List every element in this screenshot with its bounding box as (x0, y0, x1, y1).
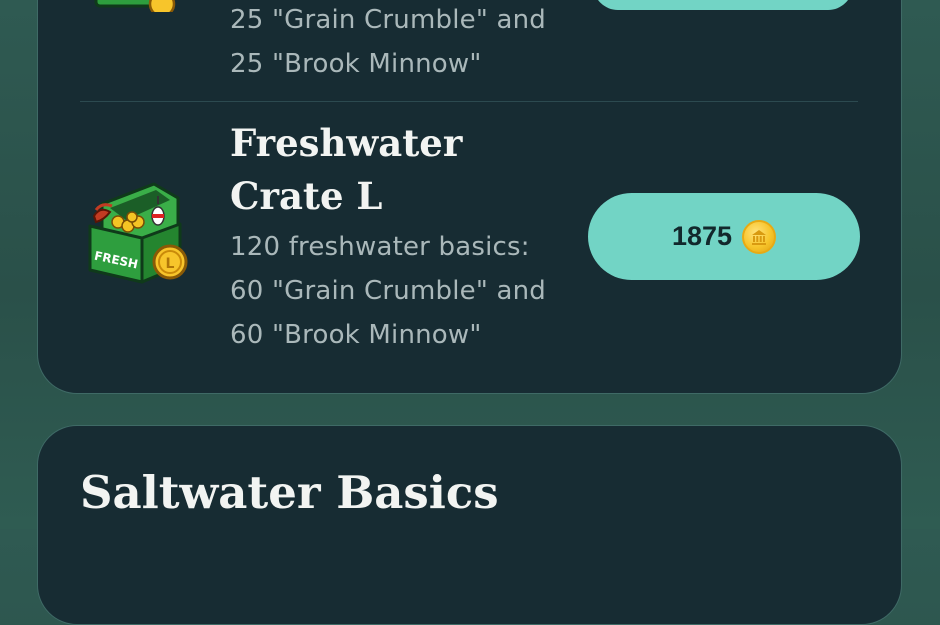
desc-line: 60 "Brook Minnow" (230, 320, 482, 350)
item-description: 25 "Grain Crumble" and 25 "Brook Minnow" (230, 0, 590, 86)
desc-line: 25 "Grain Crumble" and (230, 5, 546, 35)
gold-coin-icon (742, 219, 777, 254)
title-line: Crate L (230, 174, 383, 218)
desc-line: 60 "Grain Crumble" and (230, 276, 546, 306)
chest-icon-top (92, 0, 182, 14)
section-title: Saltwater Basics (80, 466, 499, 519)
saltwater-basics-card (37, 425, 902, 625)
item-description: 120 freshwater basics: 60 "Grain Crumble… (230, 225, 590, 357)
item-title: Freshwater Crate L (230, 117, 570, 223)
svg-text:L: L (166, 256, 175, 272)
desc-line: 25 "Brook Minnow" (230, 49, 482, 79)
treasure-chest-icon: L FRESH (82, 176, 190, 286)
title-line: Freshwater (230, 121, 463, 165)
price-value: 1875 (671, 221, 733, 251)
item-divider (80, 101, 858, 102)
desc-line: 120 freshwater basics: (230, 232, 530, 262)
buy-button-top[interactable] (593, 0, 853, 10)
buy-button[interactable]: 1875 (588, 193, 860, 280)
